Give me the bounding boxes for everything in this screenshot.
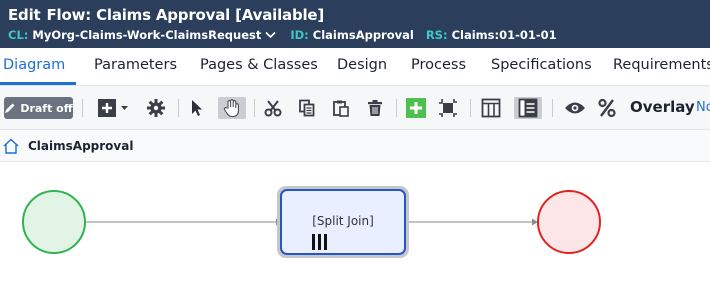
rs-value: Claims:01-01-01 bbox=[451, 28, 557, 42]
start-shape[interactable] bbox=[22, 190, 86, 254]
copy-button[interactable] bbox=[296, 97, 318, 119]
delete-button[interactable] bbox=[364, 97, 386, 119]
tab-requirements[interactable]: Requirements bbox=[613, 57, 710, 73]
active-tab-indicator bbox=[0, 82, 76, 85]
settings-button[interactable] bbox=[144, 97, 168, 119]
id-key: ID: bbox=[290, 28, 309, 42]
toolbar-separator bbox=[470, 99, 471, 117]
draft-label: Draft off bbox=[20, 101, 73, 115]
pan-tool-button[interactable] bbox=[218, 97, 246, 119]
scissors-icon bbox=[264, 100, 282, 117]
fit-to-screen-button[interactable] bbox=[436, 97, 460, 119]
flow-title: Flow: Claims Approval [Available] bbox=[46, 6, 325, 24]
eye-icon bbox=[565, 102, 585, 114]
tab-process[interactable]: Process bbox=[411, 57, 466, 73]
split-join-icon bbox=[312, 234, 327, 250]
rule-meta: CL: MyOrg-Claims-Work-ClaimsRequest ID: Cla… bbox=[8, 28, 569, 42]
toolbar-separator bbox=[254, 99, 255, 117]
diagram-toolbar: Draft off Overlay No bbox=[0, 86, 710, 130]
tab-diagram[interactable]: Diagram bbox=[3, 57, 65, 73]
add-shape-button[interactable] bbox=[96, 97, 132, 119]
grid-snap-button[interactable] bbox=[404, 97, 428, 119]
layout-panel-icon bbox=[518, 98, 538, 118]
select-tool-button[interactable] bbox=[186, 97, 208, 119]
add-shape-icon bbox=[98, 99, 128, 117]
flow-editor: Edit Flow: Claims Approval [Available] CL… bbox=[0, 0, 710, 301]
overlay-label: Overlay bbox=[630, 98, 695, 116]
toolbar-separator bbox=[552, 99, 553, 117]
draft-toggle-button[interactable]: Draft off bbox=[4, 97, 73, 119]
rs-key: RS: bbox=[425, 28, 448, 42]
toolbar-separator bbox=[82, 99, 83, 117]
tab-parameters[interactable]: Parameters bbox=[94, 57, 177, 73]
preview-button[interactable] bbox=[562, 97, 588, 119]
paste-icon bbox=[333, 100, 349, 117]
class-value[interactable]: MyOrg-Claims-Work-ClaimsRequest bbox=[32, 28, 261, 42]
toolbar-separator bbox=[178, 99, 179, 117]
end-shape[interactable] bbox=[537, 190, 601, 254]
rule-tabs: Diagram Parameters Pages & Classes Desig… bbox=[0, 48, 710, 86]
split-join-label: [Split Join] bbox=[312, 214, 374, 228]
chevron-down-icon[interactable] bbox=[265, 28, 276, 42]
pencil-icon bbox=[5, 103, 15, 113]
swimlane-button[interactable] bbox=[478, 97, 504, 119]
copy-icon bbox=[299, 99, 315, 117]
hand-icon bbox=[223, 99, 239, 118]
edit-label: Edit bbox=[8, 6, 41, 24]
id-value: ClaimsApproval bbox=[312, 28, 414, 42]
gear-icon bbox=[147, 99, 165, 117]
fit-screen-icon bbox=[439, 99, 457, 117]
tab-specifications[interactable]: Specifications bbox=[491, 57, 592, 73]
rule-header: Edit Flow: Claims Approval [Available] CL… bbox=[0, 0, 710, 48]
home-icon[interactable] bbox=[2, 138, 20, 158]
trash-icon bbox=[368, 100, 382, 116]
tab-pages-classes[interactable]: Pages & Classes bbox=[200, 57, 318, 73]
cut-button[interactable] bbox=[262, 97, 284, 119]
layout-panel-button[interactable] bbox=[514, 97, 542, 119]
toolbar-separator bbox=[396, 99, 397, 117]
diagram-canvas[interactable]: [Split Join] bbox=[0, 162, 710, 301]
tab-design[interactable]: Design bbox=[337, 57, 387, 73]
percentage-button[interactable] bbox=[596, 97, 618, 119]
overlay-select[interactable]: No bbox=[696, 100, 710, 115]
breadcrumb-flow-name[interactable]: ClaimsApproval bbox=[28, 139, 133, 153]
grid-snap-icon bbox=[406, 98, 426, 118]
percent-icon bbox=[598, 98, 616, 118]
pointer-icon bbox=[192, 100, 202, 116]
swimlane-icon bbox=[481, 98, 501, 118]
breadcrumb: ClaimsApproval bbox=[0, 130, 710, 162]
class-key: CL: bbox=[8, 28, 29, 42]
rule-title: Edit Flow: Claims Approval [Available] bbox=[8, 6, 324, 24]
paste-button[interactable] bbox=[330, 97, 352, 119]
